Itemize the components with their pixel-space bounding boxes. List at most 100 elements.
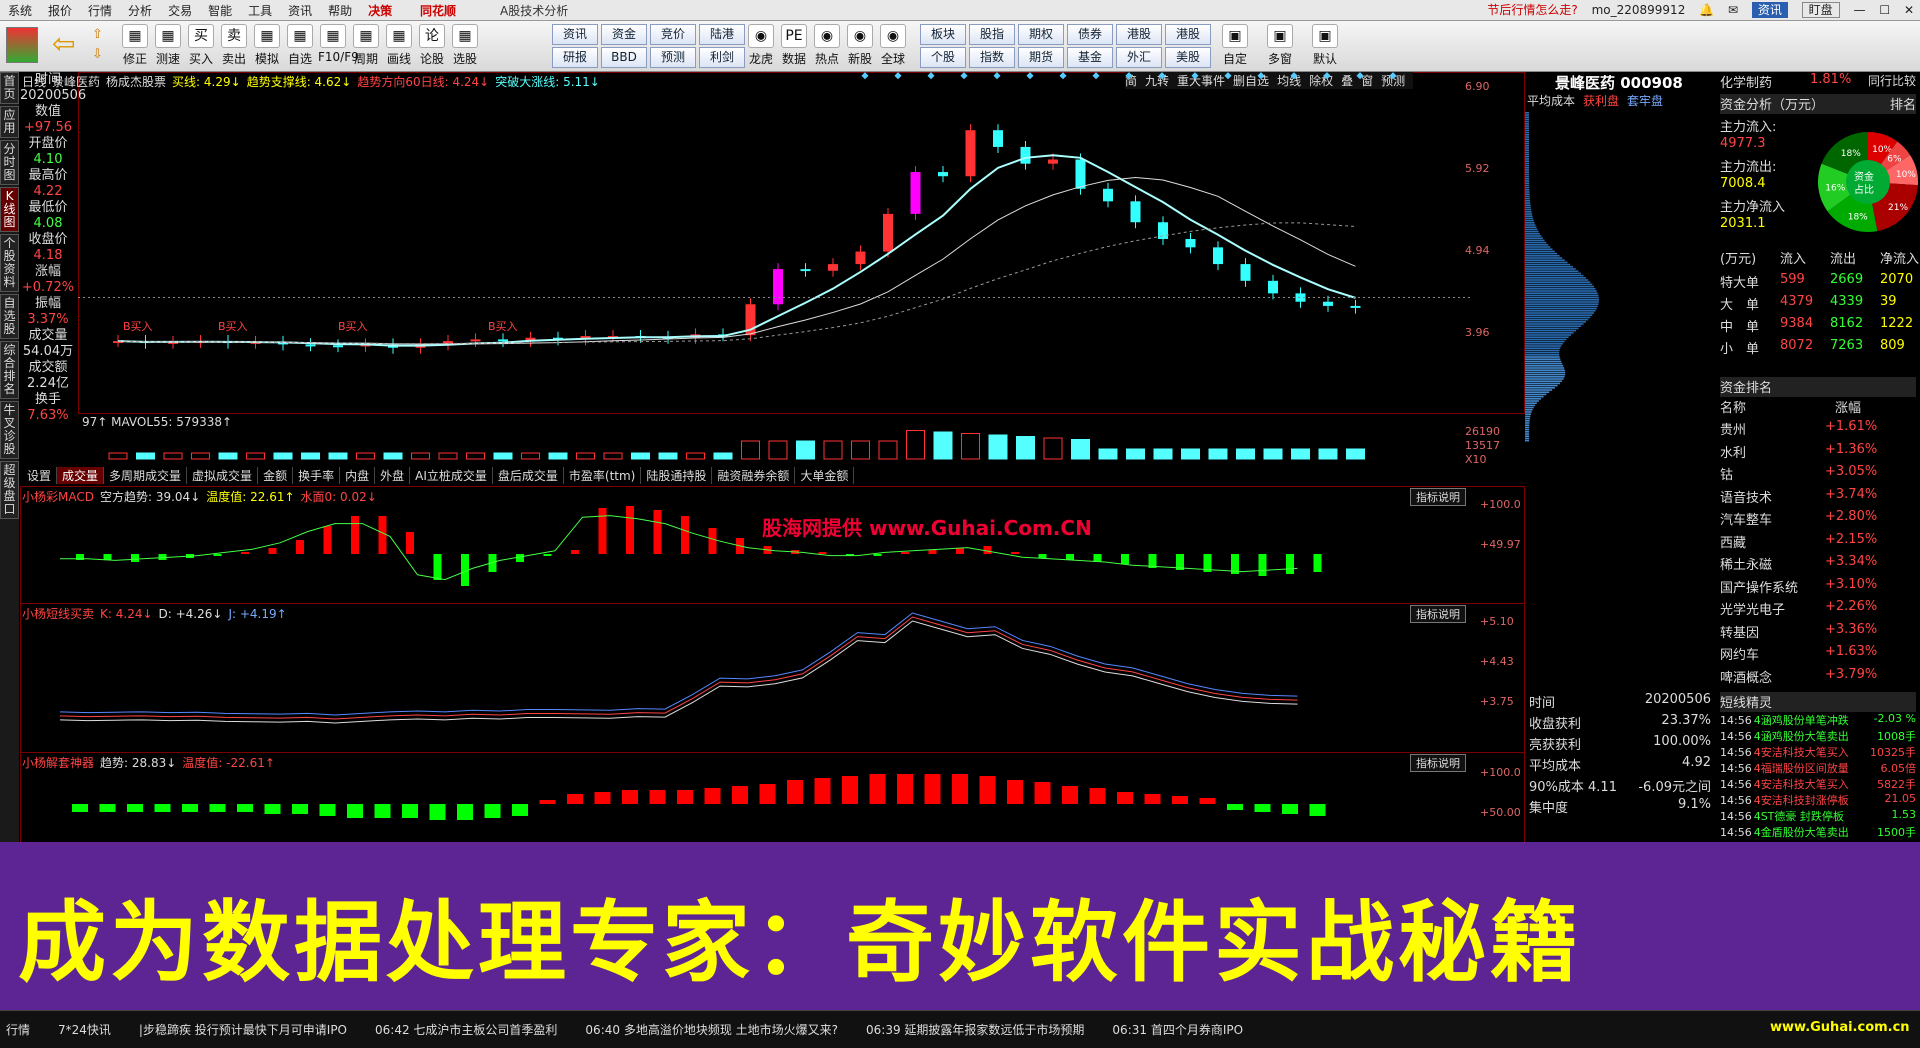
vertical-tab[interactable]: 应用	[0, 106, 19, 138]
toolbar-button[interactable]: ▦ 模拟	[252, 24, 282, 67]
close-icon[interactable]: ✕	[1904, 3, 1914, 17]
toolbar-button[interactable]: ▣ 自定	[1220, 24, 1250, 67]
toolbar-grid-button[interactable]: 研报	[552, 47, 598, 68]
kline-chart[interactable]: B买入 B买入 B买入 B买入	[78, 72, 1473, 472]
elf-row[interactable]: 14:56 4安洁科技大笔买入 10325手	[1720, 744, 1916, 760]
toolbar-grid-button[interactable]: 港股	[1116, 24, 1162, 45]
peer-compare-button[interactable]: 同行比较	[1868, 72, 1916, 89]
toolbar-grid-button[interactable]: 资金	[601, 24, 647, 45]
toolbar-grid-button[interactable]: BBD	[601, 47, 647, 68]
menu-item[interactable]: 行情	[80, 0, 120, 21]
bell-icon[interactable]: 🔔	[1699, 3, 1714, 17]
volume-tab[interactable]: 设置	[22, 467, 58, 484]
rank-row[interactable]: 光学光电子 +2.26%	[1720, 599, 1916, 619]
rank-row[interactable]: 语音技术 +3.74%	[1720, 487, 1916, 507]
toolbar-grid-button[interactable]: 陆港	[699, 24, 745, 45]
elf-row[interactable]: 14:56 4涵鸡股份大笔卖出 1008手	[1720, 728, 1916, 744]
vertical-tab[interactable]: 牛叉诊股	[0, 401, 19, 459]
volume-tab[interactable]: 成交量	[57, 467, 105, 484]
volume-tab[interactable]: 外盘	[375, 467, 411, 484]
elf-row[interactable]: 14:56 4福瑞股份区间放量 6.05倍	[1720, 760, 1916, 776]
ticker-item[interactable]: 行情	[6, 1021, 30, 1038]
menu-item[interactable]: 报价	[40, 0, 80, 21]
ticker-item[interactable]: |步稳蹄疾 投行预计最快下月可申请IPO	[139, 1021, 347, 1038]
toolbar-button[interactable]: ▦ 画线	[384, 24, 414, 67]
toolbar-grid-button[interactable]: 基金	[1067, 47, 1113, 68]
toolbar-grid-button[interactable]: 资讯	[552, 24, 598, 45]
rank-row[interactable]: 贵州 +1.61%	[1720, 419, 1916, 439]
rank-row[interactable]: 转基因 +3.36%	[1720, 622, 1916, 642]
menu-item[interactable]: 决策	[360, 0, 400, 21]
volume-tab[interactable]: 内盘	[340, 467, 376, 484]
toolbar-button[interactable]: ▦ 自选	[285, 24, 315, 67]
vertical-tab[interactable]: 首页	[0, 72, 19, 104]
toolbar-button[interactable]: ◉ 龙虎	[746, 24, 776, 67]
toolbar-grid-button[interactable]: 港股	[1165, 24, 1211, 45]
toolbar-button[interactable]: ▦ 修正	[120, 24, 150, 67]
menu-item[interactable]: 资讯	[280, 0, 320, 21]
app-menu-icon[interactable]	[6, 27, 38, 63]
elf-row[interactable]: 14:56 4安洁科技封涨停板 21.05	[1720, 792, 1916, 808]
toolbar-grid-button[interactable]: 期权	[1018, 24, 1064, 45]
elf-row[interactable]: 14:56 4金盾股份大笔卖出 1500手	[1720, 824, 1916, 840]
toolbar-grid-button[interactable]: 板块	[920, 24, 966, 45]
elf-row[interactable]: 14:56 4安洁科技大笔买入 5822手	[1720, 776, 1916, 792]
menu-item[interactable]: 交易	[160, 0, 200, 21]
user-account[interactable]: mo_220899912	[1592, 3, 1686, 17]
volume-tab[interactable]: 金额	[258, 467, 294, 484]
volume-tab[interactable]: 融资融券余额	[712, 467, 796, 484]
updown-arrow-icon[interactable]: ⇧ ⇩	[92, 25, 114, 65]
toolbar-grid-button[interactable]: 外汇	[1116, 47, 1162, 68]
toolbar-button[interactable]: ▦ F10/F9	[318, 24, 359, 64]
menu-item[interactable]: 帮助	[320, 0, 360, 21]
toolbar-button[interactable]: 买买入	[186, 24, 216, 67]
elf-row[interactable]: 14:56 4涵鸡股份单笔冲跌 -2.03 %	[1720, 712, 1916, 728]
menu-item[interactable]: 系统	[0, 0, 40, 21]
volume-tab[interactable]: 市盈率(ttm)	[564, 467, 642, 484]
news-button[interactable]: 资讯	[1751, 2, 1788, 18]
toolbar-button[interactable]: ▣ 多窗	[1265, 24, 1295, 67]
toolbar-button[interactable]: 卖卖出	[219, 24, 249, 67]
rank-row[interactable]: 稀土永磁 +3.34%	[1720, 554, 1916, 574]
toolbar-button[interactable]: ▣ 默认	[1310, 24, 1340, 67]
mail-icon[interactable]: ✉	[1728, 3, 1738, 17]
vertical-tab[interactable]: 自选股	[0, 294, 19, 339]
ticker-item[interactable]: 7*24快讯	[58, 1021, 111, 1038]
toolbar-grid-button[interactable]: 美股	[1165, 47, 1211, 68]
toolbar-button[interactable]: ▦ 测速	[153, 24, 183, 67]
capital-rank-button[interactable]: 排名	[1890, 94, 1916, 113]
vertical-tab[interactable]: 综合排名	[0, 341, 19, 399]
vertical-tab[interactable]: 超级盘口	[0, 461, 19, 519]
volume-tab[interactable]: 陆股通持股	[641, 467, 713, 484]
toolbar-button[interactable]: 论论股	[417, 24, 447, 67]
toolbar-grid-button[interactable]: 预测	[650, 47, 696, 68]
toolbar-grid-button[interactable]: 债券	[1067, 24, 1113, 45]
volume-tab[interactable]: 换手率	[293, 467, 341, 484]
volume-tab[interactable]: 盘后成交量	[493, 467, 564, 484]
ticker-item[interactable]: 06:39 延期披露年报家数远低于市场预期	[866, 1021, 1084, 1038]
rank-row[interactable]: 西藏 +2.15%	[1720, 532, 1916, 552]
toolbar-button[interactable]: ▦ 周期	[351, 24, 381, 67]
toolbar-grid-button[interactable]: 竞价	[650, 24, 696, 45]
toolbar-grid-button[interactable]: 期货	[1018, 47, 1064, 68]
maximize-icon[interactable]: ☐	[1879, 3, 1890, 17]
toolbar-button[interactable]: ◉ 全球	[878, 24, 908, 67]
toolbar-button[interactable]: ▦ 选股	[450, 24, 480, 67]
toolbar-grid-button[interactable]: 指数	[969, 47, 1015, 68]
toolbar-grid-button[interactable]: 股指	[969, 24, 1015, 45]
rank-row[interactable]: 钴 +3.05%	[1720, 464, 1916, 484]
ticker-item[interactable]: 06:42 七成沪市主板公司首季盈利	[375, 1021, 557, 1038]
back-arrow-icon[interactable]: ⇦	[52, 27, 82, 61]
rank-row[interactable]: 水利 +1.36%	[1720, 442, 1916, 462]
vertical-tab[interactable]: 个股资料	[0, 234, 19, 292]
menu-item[interactable]: 工具	[240, 0, 280, 21]
volume-tab[interactable]: 大单金额	[795, 467, 855, 484]
rank-row[interactable]: 网约车 +1.63%	[1720, 644, 1916, 664]
rank-row[interactable]: 汽车整车 +2.80%	[1720, 509, 1916, 529]
ticker-item[interactable]: 06:40 多地高溢价地块频现 土地市场火爆又来?	[585, 1021, 838, 1038]
volume-tab[interactable]: 多周期成交量	[104, 467, 188, 484]
menu-item[interactable]: 分析	[120, 0, 160, 21]
volume-tab[interactable]: 虚拟成交量	[187, 467, 259, 484]
rank-row[interactable]: 啤酒概念 +3.79%	[1720, 667, 1916, 687]
volume-tab[interactable]: AI立桩成交量	[410, 467, 493, 484]
